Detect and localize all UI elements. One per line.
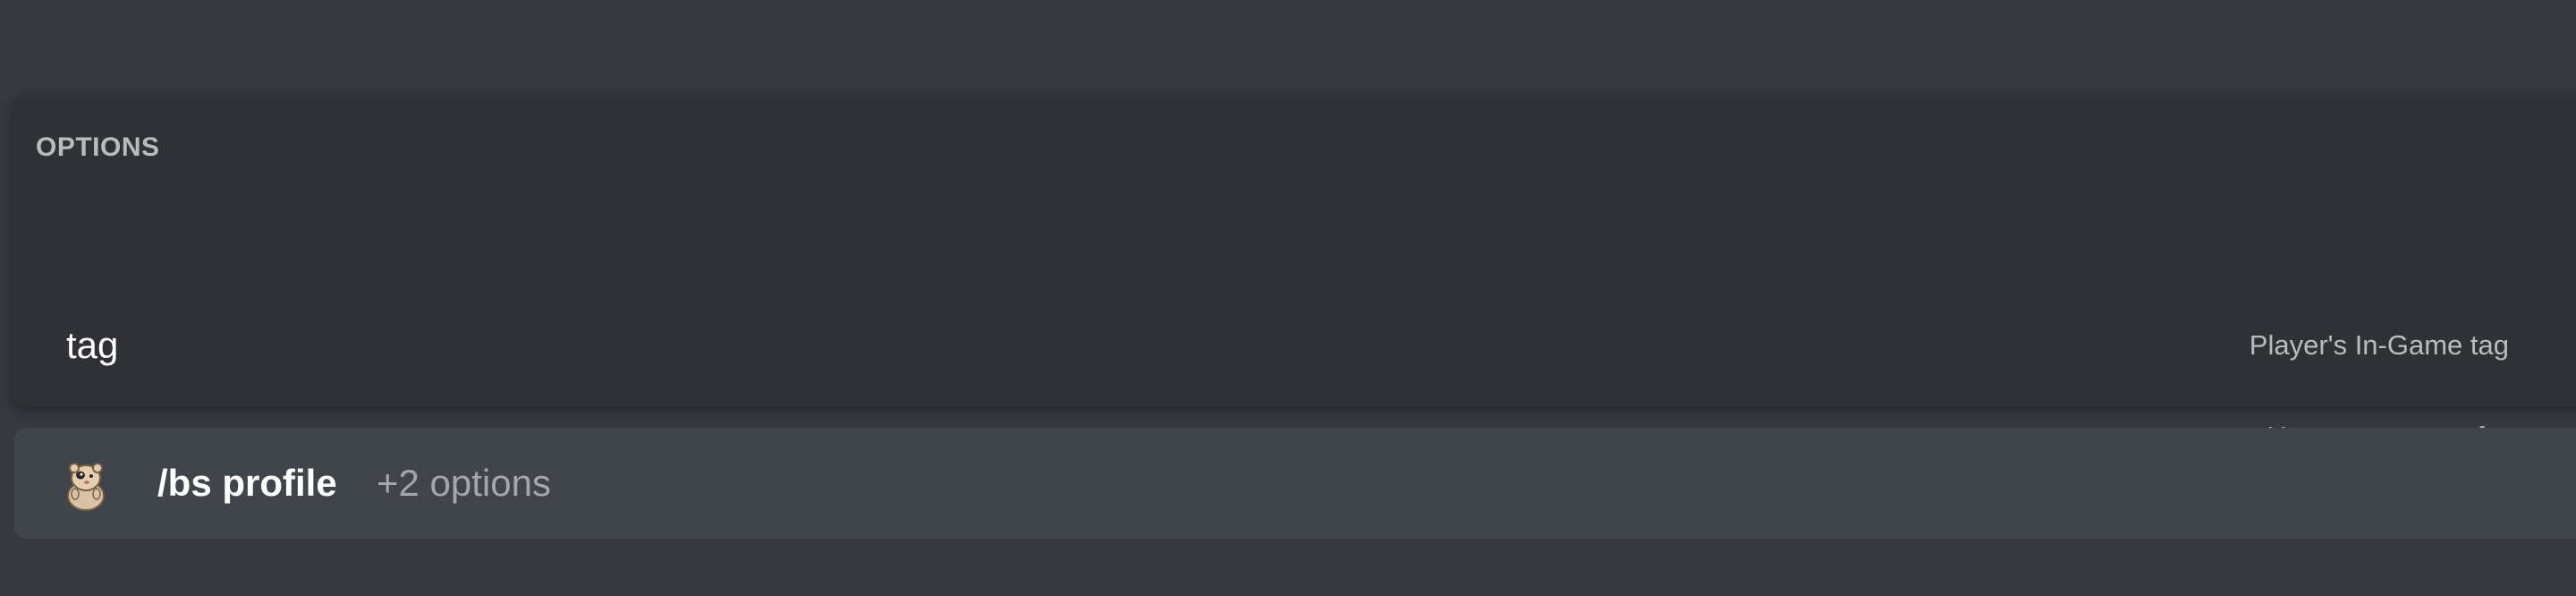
- command-bar[interactable]: /bs profile +2 options: [14, 428, 2576, 539]
- command-options-count: +2 options: [377, 462, 551, 504]
- options-panel: OPTIONS tag Player's In-Game tag user Us…: [13, 97, 2576, 457]
- options-header: OPTIONS: [36, 132, 160, 162]
- hamster-bot-avatar-icon: [67, 463, 105, 511]
- option-name: tag: [66, 324, 119, 366]
- option-description: Player's In-Game tag: [2249, 329, 2509, 361]
- option-item-tag[interactable]: tag Player's In-Game tag: [13, 301, 2517, 390]
- command-name: /bs profile: [157, 462, 337, 504]
